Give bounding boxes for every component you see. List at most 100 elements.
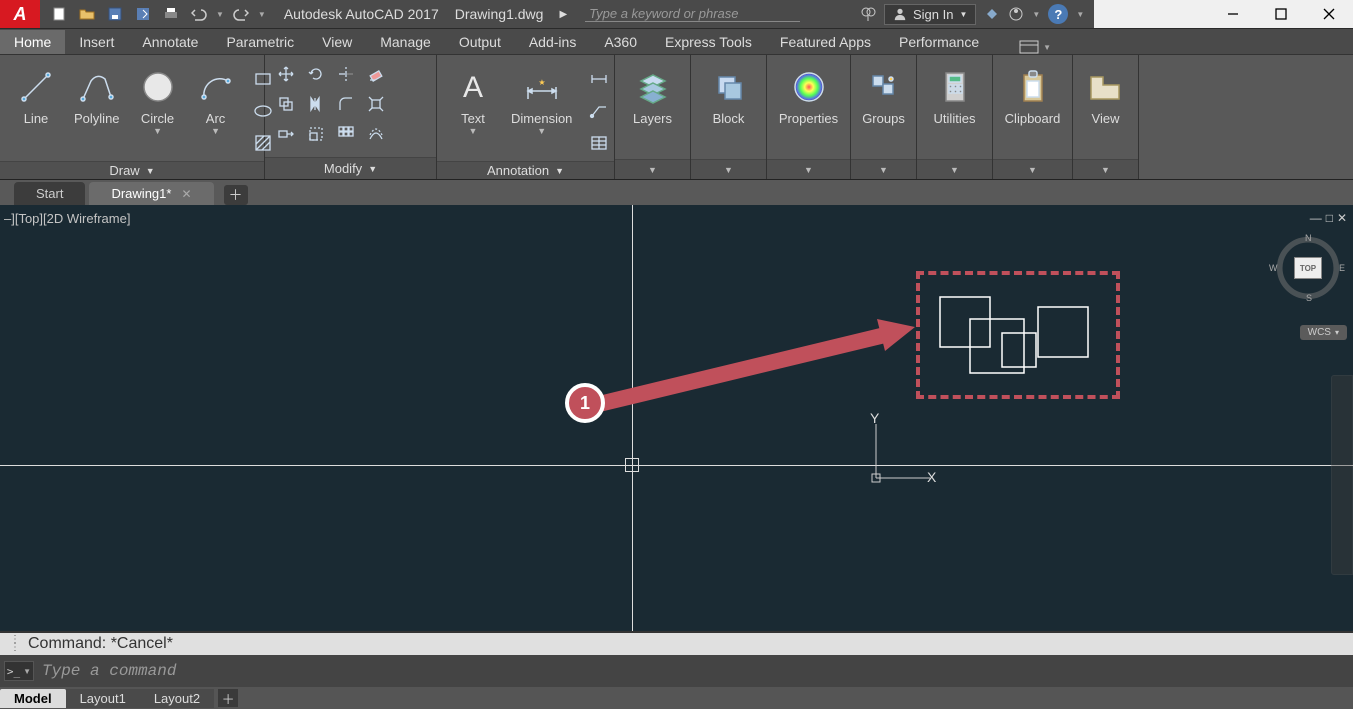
polyline-button[interactable]: Polyline: [66, 61, 128, 130]
signin-button[interactable]: Sign In ▼: [884, 4, 976, 25]
panel-view-footer[interactable]: ▼: [1073, 159, 1138, 179]
maximize-button[interactable]: [1257, 0, 1305, 28]
layout-tab-layout1[interactable]: Layout1: [66, 689, 140, 708]
navigation-bar[interactable]: [1331, 375, 1353, 575]
scale-icon[interactable]: [303, 121, 329, 147]
viewport-label[interactable]: –][Top][2D Wireframe]: [4, 211, 130, 226]
erase-icon[interactable]: [363, 61, 389, 87]
array-icon[interactable]: [333, 121, 359, 147]
layout-tab-model[interactable]: Model: [0, 689, 66, 708]
linear-dim-icon[interactable]: [584, 65, 614, 93]
tab-home[interactable]: Home: [0, 30, 65, 54]
view-button[interactable]: View: [1078, 61, 1134, 130]
explode-icon[interactable]: [363, 91, 389, 117]
svg-text:★: ★: [538, 78, 545, 87]
search-input[interactable]: [585, 6, 800, 21]
file-title: Drawing1.dwg: [455, 6, 544, 22]
title-dropdown-icon[interactable]: ▶: [559, 9, 567, 20]
table-icon[interactable]: [584, 129, 614, 157]
open-icon[interactable]: [76, 3, 98, 25]
tab-parametric[interactable]: Parametric: [212, 30, 308, 54]
redo-icon[interactable]: [230, 3, 252, 25]
file-tabs: Start Drawing1* ✕ ＋: [0, 179, 1353, 205]
person-icon: [893, 7, 907, 21]
block-button[interactable]: Block: [701, 61, 757, 130]
offset-icon[interactable]: [363, 121, 389, 147]
command-input[interactable]: [42, 662, 1349, 680]
panel-draw-footer[interactable]: Draw▼: [0, 161, 264, 179]
drawing-canvas[interactable]: –][Top][2D Wireframe] — □ ✕ Y X 1 TOP N: [0, 205, 1353, 631]
arc-button[interactable]: Arc ▼: [188, 61, 244, 142]
wcs-dropdown[interactable]: WCS▾: [1300, 325, 1347, 340]
properties-button[interactable]: Properties: [771, 61, 846, 130]
tab-manage[interactable]: Manage: [366, 30, 445, 54]
tab-view[interactable]: View: [308, 30, 366, 54]
crosshair-horizontal: [0, 465, 1353, 466]
plot-icon[interactable]: [160, 3, 182, 25]
undo-icon[interactable]: [188, 3, 210, 25]
svg-text:A: A: [463, 71, 483, 104]
command-prompt-icon[interactable]: >_ ▼: [4, 661, 34, 681]
copy-icon[interactable]: [273, 91, 299, 117]
ribbon: Line Polyline Circle ▼ Arc ▼ Draw▼: [0, 54, 1353, 179]
tab-annotate[interactable]: Annotate: [128, 30, 212, 54]
viewport-close-icon[interactable]: ✕: [1337, 211, 1347, 225]
panel-block-footer[interactable]: ▼: [691, 159, 766, 179]
circle-button[interactable]: Circle ▼: [130, 61, 186, 142]
new-icon[interactable]: [48, 3, 70, 25]
saveas-icon[interactable]: [132, 3, 154, 25]
application-menu-button[interactable]: A: [0, 0, 40, 28]
tab-a360[interactable]: A360: [590, 30, 651, 54]
move-icon[interactable]: [273, 61, 299, 87]
tab-expresstools[interactable]: Express Tools: [651, 30, 766, 54]
tab-output[interactable]: Output: [445, 30, 515, 54]
viewcube[interactable]: TOP N E S W: [1275, 235, 1341, 301]
file-tab-drawing1[interactable]: Drawing1* ✕: [89, 182, 213, 205]
viewport-maximize-icon[interactable]: □: [1326, 211, 1333, 225]
tab-performance[interactable]: Performance: [885, 30, 993, 54]
panel-annotation-footer[interactable]: Annotation▼: [437, 161, 614, 179]
close-tab-icon[interactable]: ✕: [181, 187, 191, 201]
add-layout-button[interactable]: ＋: [218, 689, 238, 707]
minimize-button[interactable]: [1209, 0, 1257, 28]
command-handle-icon[interactable]: ⋮⋮: [8, 636, 22, 652]
panel-layers-footer[interactable]: ▼: [615, 159, 690, 179]
pickbox: [625, 458, 639, 472]
save-icon[interactable]: [104, 3, 126, 25]
dimension-button[interactable]: ★ Dimension ▼: [503, 61, 580, 142]
file-tab-start[interactable]: Start: [14, 182, 85, 205]
mirror-icon[interactable]: [303, 91, 329, 117]
panel-clipboard-footer[interactable]: ▼: [993, 159, 1072, 179]
new-tab-button[interactable]: ＋: [224, 185, 248, 205]
text-button[interactable]: A Text ▼: [445, 61, 501, 142]
rotate-icon[interactable]: [303, 61, 329, 87]
exchange-icon[interactable]: [984, 6, 1000, 22]
panel-utilities-footer[interactable]: ▼: [917, 159, 992, 179]
layers-button[interactable]: Layers: [625, 61, 681, 130]
utilities-button[interactable]: Utilities: [926, 61, 984, 130]
groups-button[interactable]: Groups: [854, 61, 913, 130]
line-button[interactable]: Line: [8, 61, 64, 130]
viewport-minimize-icon[interactable]: —: [1310, 211, 1322, 225]
modify-grid: [269, 57, 423, 151]
panel-modify-footer[interactable]: Modify▼: [265, 157, 436, 179]
search-icon[interactable]: [860, 6, 876, 22]
stretch-icon[interactable]: [273, 121, 299, 147]
fillet-icon[interactable]: [333, 91, 359, 117]
command-history[interactable]: ⋮⋮ Command: *Cancel*: [0, 633, 1353, 655]
tab-insert[interactable]: Insert: [65, 30, 128, 54]
help-button[interactable]: ?: [1048, 4, 1068, 24]
clipboard-button[interactable]: Clipboard: [997, 61, 1069, 130]
close-button[interactable]: [1305, 0, 1353, 28]
tab-featuredapps[interactable]: Featured Apps: [766, 30, 885, 54]
a360-icon[interactable]: [1008, 6, 1024, 22]
panel-groups-footer[interactable]: ▼: [851, 159, 916, 179]
tab-addins[interactable]: Add-ins: [515, 30, 590, 54]
layout-tab-layout2[interactable]: Layout2: [140, 689, 214, 708]
command-window: ⋮⋮ Command: *Cancel* >_ ▼: [0, 631, 1353, 687]
trim-icon[interactable]: [333, 61, 359, 87]
leader-icon[interactable]: [584, 97, 614, 125]
ribbon-minimize-icon[interactable]: [1019, 40, 1039, 54]
panel-properties-footer[interactable]: ▼: [767, 159, 850, 179]
infocenter-search[interactable]: [585, 6, 800, 22]
